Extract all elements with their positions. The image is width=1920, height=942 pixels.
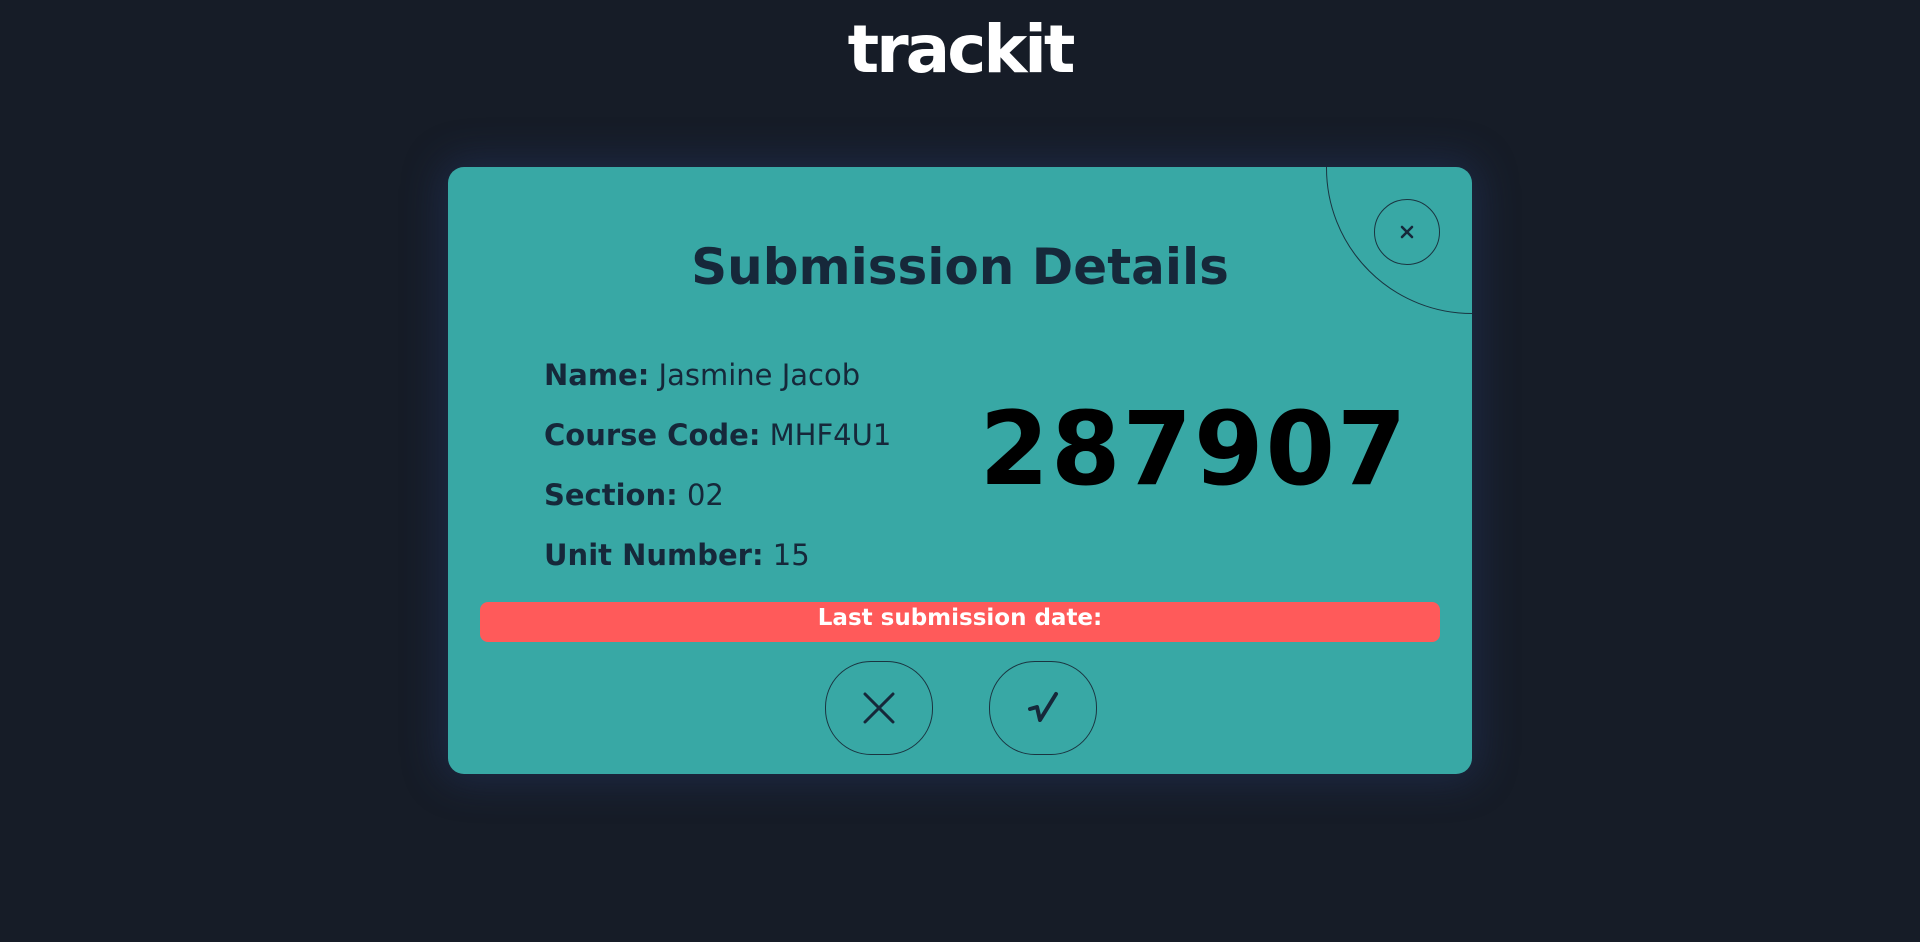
detail-label: Unit Number: [544, 538, 764, 572]
detail-row-course-code: Course Code: MHF4U1 [544, 405, 891, 465]
deadline-banner: Last submission date: [480, 602, 1440, 642]
modal-title: Submission Details [691, 238, 1229, 296]
trackit-logo: trackit [847, 11, 1076, 88]
detail-row-section: Section: 02 [544, 465, 891, 525]
submission-details-modal: Submission Details Name: Jasmine Jacob C… [448, 167, 1472, 774]
page: trackit Submission Details Name: Jasmine… [0, 0, 1920, 942]
detail-label: Course Code: [544, 418, 761, 452]
detail-value-section: 02 [686, 478, 724, 512]
submission-details-list: Name: Jasmine Jacob Course Code: MHF4U1 … [544, 345, 891, 585]
confirm-button[interactable] [989, 661, 1097, 755]
detail-value-name: Jasmine Jacob [658, 358, 861, 392]
detail-row-name: Name: Jasmine Jacob [544, 345, 891, 405]
detail-label: Name: [544, 358, 650, 392]
detail-value-unit-number: 15 [772, 538, 810, 572]
reject-button[interactable] [825, 661, 933, 755]
detail-label: Section: [544, 478, 678, 512]
detail-row-unit-number: Unit Number: 15 [544, 525, 891, 585]
checkmark-icon [1028, 692, 1058, 722]
submission-code: 287907 [979, 390, 1409, 509]
x-icon [863, 692, 895, 724]
detail-value-course-code: MHF4U1 [769, 418, 892, 452]
